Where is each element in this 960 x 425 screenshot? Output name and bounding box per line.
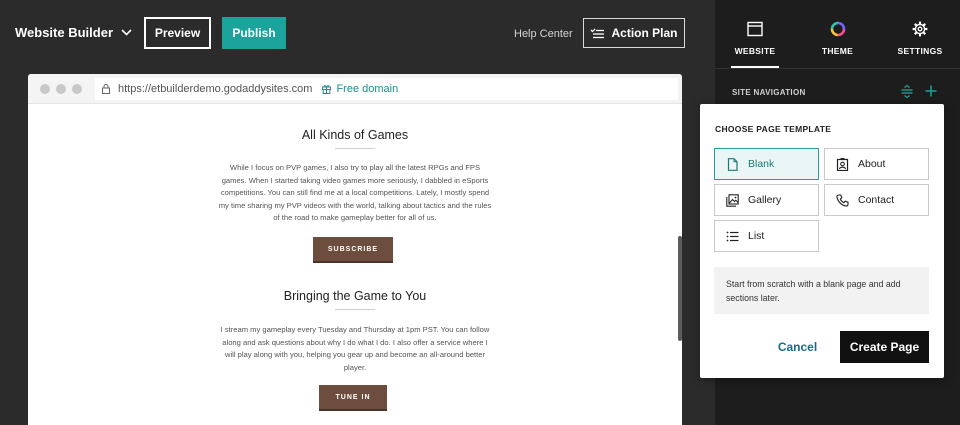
tab-website[interactable]: WEBSITE xyxy=(715,0,795,68)
panel-tabs: WEBSITE THEME SETTINGS xyxy=(715,0,960,68)
tab-label: WEBSITE xyxy=(734,46,776,56)
site-content: All Kinds of Games While I focus on PVP … xyxy=(28,104,682,425)
top-bar: Website Builder Preview Publish Help Cen… xyxy=(0,0,715,66)
add-page-icon[interactable] xyxy=(925,85,937,97)
template-label: Contact xyxy=(858,194,895,206)
section-body: I stream my gameplay every Tuesday and T… xyxy=(220,325,490,372)
gallery-icon xyxy=(726,193,739,207)
window-dot xyxy=(56,83,66,94)
template-label: About xyxy=(858,158,886,170)
site-navigation-heading: SITE NAVIGATION xyxy=(732,88,806,97)
template-description: Start from scratch with a blank page and… xyxy=(714,267,929,314)
preview-scrollbar[interactable] xyxy=(678,236,682,341)
section-title: All Kinds of Games xyxy=(301,128,409,142)
section-title: Bringing the Game to You xyxy=(283,289,427,303)
template-label: Gallery xyxy=(748,194,782,206)
help-center-link[interactable]: Help Center xyxy=(514,28,573,40)
template-about[interactable]: About xyxy=(824,148,929,180)
page-template-popover: CHOOSE PAGE TEMPLATE Blank About Gallery… xyxy=(700,104,944,378)
template-gallery[interactable]: Gallery xyxy=(714,184,819,216)
reorder-icon[interactable] xyxy=(901,85,913,98)
template-blank[interactable]: Blank xyxy=(714,148,819,180)
template-label: Blank xyxy=(748,158,775,170)
website-icon xyxy=(747,21,763,37)
window-dot xyxy=(40,83,50,94)
section-body: While I focus on PVP games, I also try t… xyxy=(218,163,492,222)
site-preview-frame: https://etbuilderdemo.godaddysites.com F… xyxy=(28,74,682,425)
action-plan-button[interactable]: Action Plan xyxy=(583,18,685,48)
tab-label: THEME xyxy=(821,46,854,56)
lock-icon xyxy=(102,84,110,94)
browser-toolbar: https://etbuilderdemo.godaddysites.com F… xyxy=(28,74,682,104)
preview-button[interactable]: Preview xyxy=(144,17,211,49)
tune-in-button[interactable]: TUNE IN xyxy=(319,385,387,411)
title-divider xyxy=(335,148,375,149)
about-icon xyxy=(836,157,849,171)
brand-label: Website Builder xyxy=(15,25,114,40)
free-domain-label: Free domain xyxy=(336,83,399,95)
panel-divider xyxy=(715,68,960,69)
tab-label: SETTINGS xyxy=(897,46,943,56)
action-plan-label: Action Plan xyxy=(611,26,678,40)
free-domain-link[interactable]: Free domain xyxy=(322,83,398,95)
window-dots xyxy=(40,83,82,94)
create-page-button[interactable]: Create Page xyxy=(840,331,929,363)
popover-title: CHOOSE PAGE TEMPLATE xyxy=(715,124,832,134)
url-bar: https://etbuilderdemo.godaddysites.com F… xyxy=(95,78,678,100)
gift-icon xyxy=(322,85,332,94)
title-divider xyxy=(335,309,375,310)
action-plan-icon xyxy=(591,28,605,38)
window-dot xyxy=(72,83,82,94)
template-contact[interactable]: Contact xyxy=(824,184,929,216)
cancel-button[interactable]: Cancel xyxy=(766,331,829,363)
phone-icon xyxy=(836,193,849,207)
gear-icon xyxy=(912,21,928,37)
chevron-down-icon xyxy=(121,29,132,36)
theme-icon xyxy=(830,21,845,37)
publish-button[interactable]: Publish xyxy=(222,17,286,49)
subscribe-button[interactable]: SUBSCRIBE xyxy=(313,237,393,263)
url-text: https://etbuilderdemo.godaddysites.com xyxy=(118,83,313,95)
blank-page-icon xyxy=(727,157,738,171)
tab-settings[interactable]: SETTINGS xyxy=(880,0,960,68)
template-label: List xyxy=(748,230,765,242)
template-list[interactable]: List xyxy=(714,220,819,252)
list-icon xyxy=(726,231,739,241)
tab-theme[interactable]: THEME xyxy=(795,0,880,68)
website-builder-menu[interactable]: Website Builder xyxy=(15,25,132,40)
